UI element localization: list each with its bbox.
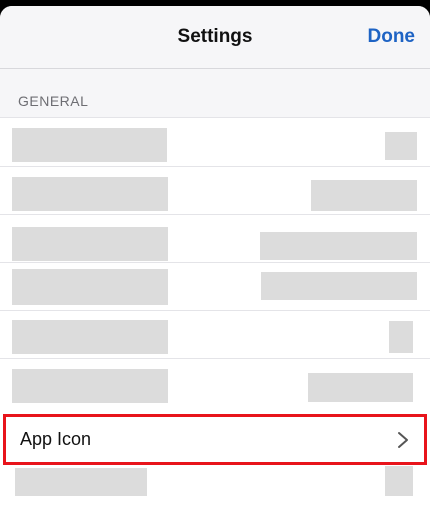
redacted-value bbox=[389, 321, 413, 353]
redacted-label bbox=[15, 468, 147, 496]
redacted-label bbox=[12, 320, 168, 354]
redacted-label bbox=[12, 369, 168, 403]
done-button[interactable]: Done bbox=[368, 26, 416, 48]
redacted-value bbox=[311, 180, 417, 211]
redacted-label bbox=[12, 227, 168, 261]
redacted-value bbox=[385, 466, 413, 496]
settings-row-2[interactable] bbox=[0, 166, 430, 215]
redacted-value bbox=[261, 272, 417, 300]
settings-sheet: Settings Done GENERAL App Icon bbox=[0, 6, 430, 505]
navigation-bar: Settings Done bbox=[0, 6, 430, 69]
redacted-label bbox=[12, 269, 168, 305]
settings-row-8[interactable] bbox=[0, 462, 430, 505]
app-icon-row[interactable]: App Icon bbox=[3, 414, 427, 465]
redacted-value bbox=[308, 373, 413, 402]
settings-row-5[interactable] bbox=[0, 310, 430, 359]
settings-row-1[interactable] bbox=[0, 117, 430, 166]
redacted-label bbox=[12, 177, 168, 211]
page-title: Settings bbox=[177, 26, 253, 47]
redacted-value bbox=[260, 232, 417, 260]
chevron-right-icon bbox=[398, 432, 408, 448]
settings-row-4[interactable] bbox=[0, 262, 430, 311]
app-icon-label: App Icon bbox=[20, 429, 92, 449]
settings-row-6[interactable] bbox=[0, 358, 430, 413]
settings-row-3[interactable] bbox=[0, 214, 430, 263]
redacted-value bbox=[385, 132, 417, 160]
section-title-general: GENERAL bbox=[18, 93, 89, 109]
redacted-label bbox=[12, 128, 167, 162]
